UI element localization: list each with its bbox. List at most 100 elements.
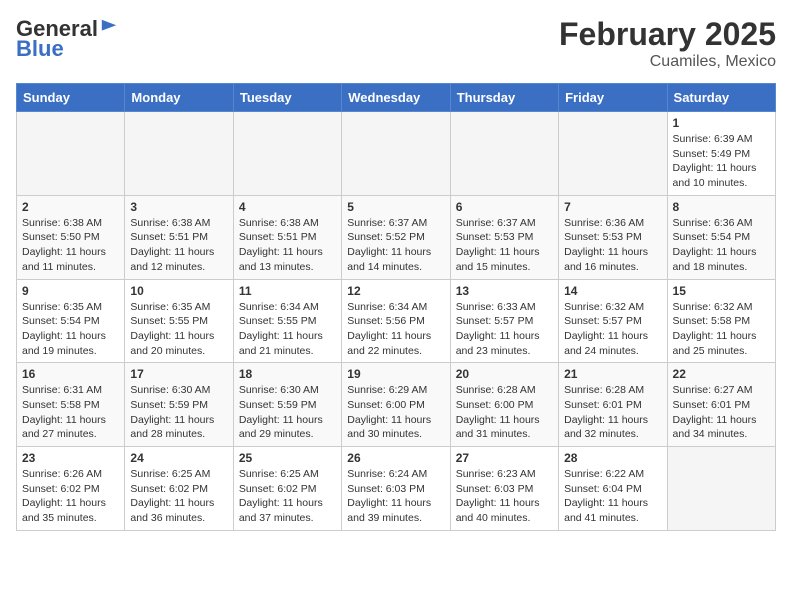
day-info: Sunrise: 6:24 AM Sunset: 6:03 PM Dayligh…	[347, 467, 444, 526]
day-number: 14	[564, 284, 661, 298]
calendar-cell: 19Sunrise: 6:29 AM Sunset: 6:00 PM Dayli…	[342, 363, 450, 447]
calendar-cell: 2 Sunrise: 6:38 AM Sunset: 5:50 PM Daylig…	[17, 195, 125, 279]
day-info: Sunrise: 6:35 AM Sunset: 5:55 PM Dayligh…	[130, 300, 227, 359]
calendar-cell: 28Sunrise: 6:22 AM Sunset: 6:04 PM Dayli…	[559, 447, 667, 531]
day-number: 15	[673, 284, 770, 298]
day-number: 17	[130, 367, 227, 381]
day-number: 4	[239, 200, 336, 214]
calendar-cell	[559, 112, 667, 196]
calendar-week-row: 23 Sunrise: 6:26 AM Sunset: 6:02 PM Dayli…	[17, 447, 776, 531]
calendar-cell: 7 Sunrise: 6:36 AM Sunset: 5:53 PM Daylig…	[559, 195, 667, 279]
day-info: Sunrise: 6:26 AM Sunset: 6:02 PM Dayligh…	[22, 467, 119, 526]
day-info: Sunrise: 6:38 AM Sunset: 5:50 PM Dayligh…	[22, 216, 119, 275]
logo-blue: Blue	[16, 36, 64, 62]
logo-flag-icon	[100, 18, 118, 36]
day-number: 2	[22, 200, 119, 214]
day-number: 23	[22, 451, 119, 465]
day-number: 24	[130, 451, 227, 465]
weekday-header: Tuesday	[233, 84, 341, 112]
day-number: 26	[347, 451, 444, 465]
day-info: Sunrise: 6:30 AM Sunset: 5:59 PM Dayligh…	[130, 383, 227, 442]
day-info: Sunrise: 6:34 AM Sunset: 5:56 PM Dayligh…	[347, 300, 444, 359]
calendar-cell: 8Sunrise: 6:36 AM Sunset: 5:54 PM Daylig…	[667, 195, 775, 279]
calendar-cell	[17, 112, 125, 196]
calendar-cell: 17 Sunrise: 6:30 AM Sunset: 5:59 PM Dayli…	[125, 363, 233, 447]
day-number: 5	[347, 200, 444, 214]
calendar-cell: 1 Sunrise: 6:39 AM Sunset: 5:49 PM Daylig…	[667, 112, 775, 196]
calendar-week-row: 9 Sunrise: 6:35 AM Sunset: 5:54 PM Daylig…	[17, 279, 776, 363]
day-info: Sunrise: 6:37 AM Sunset: 5:52 PM Dayligh…	[347, 216, 444, 275]
day-number: 27	[456, 451, 553, 465]
calendar-cell: 26 Sunrise: 6:24 AM Sunset: 6:03 PM Dayli…	[342, 447, 450, 531]
day-info: Sunrise: 6:34 AM Sunset: 5:55 PM Dayligh…	[239, 300, 336, 359]
day-info: Sunrise: 6:27 AM Sunset: 6:01 PM Dayligh…	[673, 383, 770, 442]
day-info: Sunrise: 6:35 AM Sunset: 5:54 PM Dayligh…	[22, 300, 119, 359]
day-number: 6	[456, 200, 553, 214]
calendar-cell: 5 Sunrise: 6:37 AM Sunset: 5:52 PM Daylig…	[342, 195, 450, 279]
day-number: 9	[22, 284, 119, 298]
weekday-header: Saturday	[667, 84, 775, 112]
day-number: 18	[239, 367, 336, 381]
calendar-cell: 10 Sunrise: 6:35 AM Sunset: 5:55 PM Dayli…	[125, 279, 233, 363]
calendar-cell: 4 Sunrise: 6:38 AM Sunset: 5:51 PM Daylig…	[233, 195, 341, 279]
day-info: Sunrise: 6:29 AM Sunset: 6:00 PM Dayligh…	[347, 383, 444, 442]
page-header: General Blue February 2025 Cuamiles, Mex…	[16, 16, 776, 71]
day-number: 7	[564, 200, 661, 214]
day-number: 12	[347, 284, 444, 298]
day-info: Sunrise: 6:25 AM Sunset: 6:02 PM Dayligh…	[239, 467, 336, 526]
day-info: Sunrise: 6:33 AM Sunset: 5:57 PM Dayligh…	[456, 300, 553, 359]
calendar-cell: 11 Sunrise: 6:34 AM Sunset: 5:55 PM Dayli…	[233, 279, 341, 363]
logo: General Blue	[16, 16, 118, 62]
calendar-cell: 6 Sunrise: 6:37 AM Sunset: 5:53 PM Daylig…	[450, 195, 558, 279]
calendar-cell: 13 Sunrise: 6:33 AM Sunset: 5:57 PM Dayli…	[450, 279, 558, 363]
day-number: 21	[564, 367, 661, 381]
calendar-cell	[233, 112, 341, 196]
calendar-cell: 25 Sunrise: 6:25 AM Sunset: 6:02 PM Dayli…	[233, 447, 341, 531]
calendar-cell: 14Sunrise: 6:32 AM Sunset: 5:57 PM Dayli…	[559, 279, 667, 363]
calendar-cell	[450, 112, 558, 196]
day-info: Sunrise: 6:36 AM Sunset: 5:53 PM Dayligh…	[564, 216, 661, 275]
calendar-cell: 20Sunrise: 6:28 AM Sunset: 6:00 PM Dayli…	[450, 363, 558, 447]
page-title: February 2025	[559, 16, 776, 53]
day-info: Sunrise: 6:38 AM Sunset: 5:51 PM Dayligh…	[239, 216, 336, 275]
day-number: 10	[130, 284, 227, 298]
calendar-week-row: 2 Sunrise: 6:38 AM Sunset: 5:50 PM Daylig…	[17, 195, 776, 279]
day-info: Sunrise: 6:22 AM Sunset: 6:04 PM Dayligh…	[564, 467, 661, 526]
day-info: Sunrise: 6:31 AM Sunset: 5:58 PM Dayligh…	[22, 383, 119, 442]
weekday-header: Wednesday	[342, 84, 450, 112]
day-number: 25	[239, 451, 336, 465]
weekday-header: Monday	[125, 84, 233, 112]
calendar-cell: 22Sunrise: 6:27 AM Sunset: 6:01 PM Dayli…	[667, 363, 775, 447]
day-info: Sunrise: 6:37 AM Sunset: 5:53 PM Dayligh…	[456, 216, 553, 275]
calendar-header-row: SundayMondayTuesdayWednesdayThursdayFrid…	[17, 84, 776, 112]
day-info: Sunrise: 6:28 AM Sunset: 6:00 PM Dayligh…	[456, 383, 553, 442]
calendar-cell: 21 Sunrise: 6:28 AM Sunset: 6:01 PM Dayli…	[559, 363, 667, 447]
calendar-week-row: 16Sunrise: 6:31 AM Sunset: 5:58 PM Dayli…	[17, 363, 776, 447]
page-subtitle: Cuamiles, Mexico	[559, 53, 776, 71]
day-info: Sunrise: 6:36 AM Sunset: 5:54 PM Dayligh…	[673, 216, 770, 275]
calendar-cell: 18 Sunrise: 6:30 AM Sunset: 5:59 PM Dayli…	[233, 363, 341, 447]
calendar-cell: 16Sunrise: 6:31 AM Sunset: 5:58 PM Dayli…	[17, 363, 125, 447]
weekday-header: Sunday	[17, 84, 125, 112]
calendar-table: SundayMondayTuesdayWednesdayThursdayFrid…	[16, 83, 776, 531]
calendar-cell: 27Sunrise: 6:23 AM Sunset: 6:03 PM Dayli…	[450, 447, 558, 531]
title-block: February 2025 Cuamiles, Mexico	[559, 16, 776, 71]
calendar-cell: 24 Sunrise: 6:25 AM Sunset: 6:02 PM Dayli…	[125, 447, 233, 531]
calendar-cell	[342, 112, 450, 196]
calendar-cell: 23 Sunrise: 6:26 AM Sunset: 6:02 PM Dayli…	[17, 447, 125, 531]
day-info: Sunrise: 6:28 AM Sunset: 6:01 PM Dayligh…	[564, 383, 661, 442]
weekday-header: Thursday	[450, 84, 558, 112]
day-info: Sunrise: 6:32 AM Sunset: 5:58 PM Dayligh…	[673, 300, 770, 359]
calendar-cell	[125, 112, 233, 196]
day-info: Sunrise: 6:39 AM Sunset: 5:49 PM Dayligh…	[673, 132, 770, 191]
day-number: 3	[130, 200, 227, 214]
calendar-week-row: 1 Sunrise: 6:39 AM Sunset: 5:49 PM Daylig…	[17, 112, 776, 196]
calendar-cell	[667, 447, 775, 531]
day-number: 13	[456, 284, 553, 298]
day-info: Sunrise: 6:30 AM Sunset: 5:59 PM Dayligh…	[239, 383, 336, 442]
day-info: Sunrise: 6:25 AM Sunset: 6:02 PM Dayligh…	[130, 467, 227, 526]
day-number: 11	[239, 284, 336, 298]
calendar-cell: 12 Sunrise: 6:34 AM Sunset: 5:56 PM Dayli…	[342, 279, 450, 363]
day-number: 1	[673, 116, 770, 130]
day-info: Sunrise: 6:38 AM Sunset: 5:51 PM Dayligh…	[130, 216, 227, 275]
